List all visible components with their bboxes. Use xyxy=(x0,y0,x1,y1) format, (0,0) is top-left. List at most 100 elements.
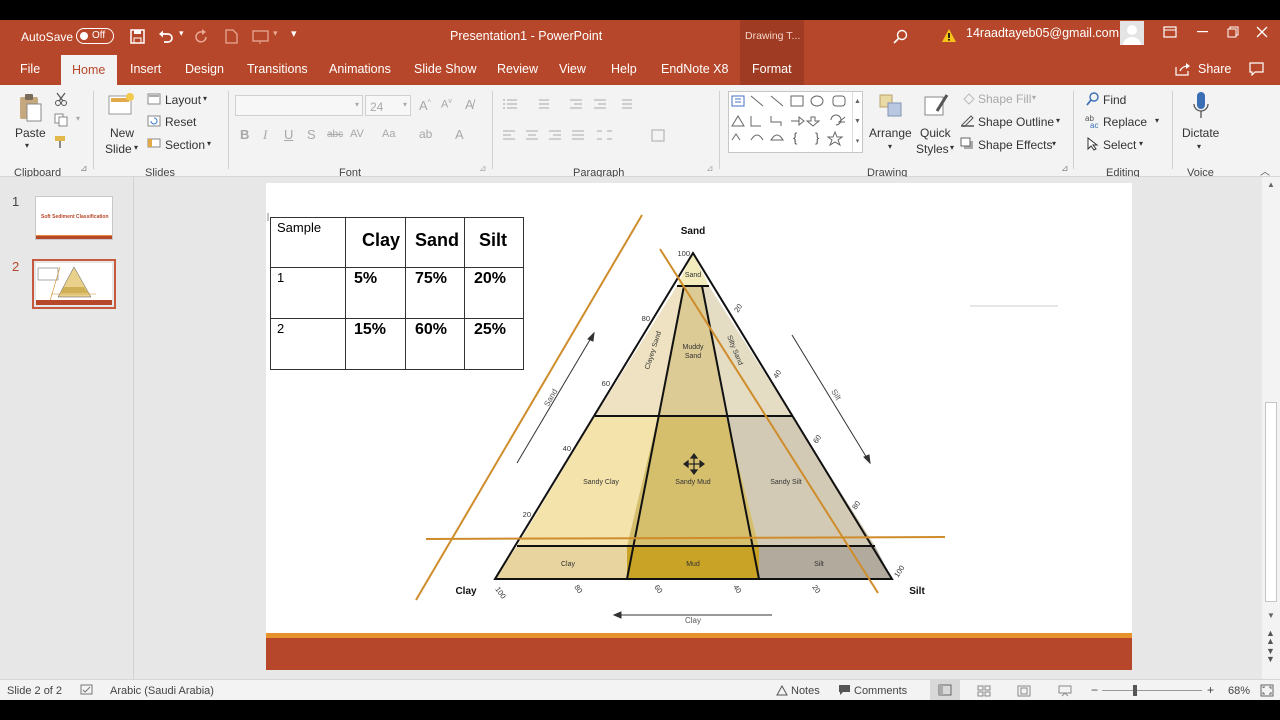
presentation-icon[interactable] xyxy=(252,29,270,44)
tab-review[interactable]: Review xyxy=(497,62,538,76)
decrease-font-icon[interactable]: Av xyxy=(441,98,452,111)
tab-slide-show[interactable]: Slide Show xyxy=(414,62,477,76)
restore-icon[interactable] xyxy=(1227,26,1239,38)
bold-icon[interactable]: B xyxy=(240,127,249,142)
undo-icon[interactable] xyxy=(158,29,174,44)
reading-view-icon[interactable] xyxy=(1017,685,1031,697)
search-icon[interactable] xyxy=(893,29,908,44)
share-button[interactable]: Share xyxy=(1198,62,1231,76)
next-slide-icon[interactable]: ▼ ▼ xyxy=(1266,647,1275,664)
find-icon[interactable] xyxy=(1086,92,1100,106)
comments-status-icon[interactable] xyxy=(838,684,851,696)
change-case-icon[interactable]: Aa xyxy=(382,128,395,140)
zoom-slider[interactable] xyxy=(1102,690,1202,691)
zoom-in-icon[interactable]: + xyxy=(1207,683,1214,697)
collapse-ribbon-icon[interactable]: ︿ xyxy=(1260,163,1270,178)
character-spacing-icon[interactable]: AV xyxy=(350,128,364,140)
dictate-button[interactable]: Dictate xyxy=(1182,126,1219,140)
reset-button[interactable]: Reset xyxy=(165,115,196,129)
layout-button[interactable]: Layout xyxy=(165,93,201,107)
vertical-scrollbar[interactable]: ▲ ▼ ▲ ▲ ▼ ▼ xyxy=(1262,177,1280,679)
shape-fill-dropdown-icon[interactable]: ▾ xyxy=(1032,93,1036,102)
scroll-down-icon[interactable]: ▼ xyxy=(1267,611,1275,620)
shapes-gallery[interactable]: {} ▲ ▼ ▾ xyxy=(728,91,863,153)
comments-icon[interactable] xyxy=(1249,62,1264,76)
notes-icon[interactable] xyxy=(776,685,788,696)
paste-icon[interactable] xyxy=(18,93,42,123)
new-file-icon[interactable] xyxy=(225,29,238,44)
arrange-dropdown-icon[interactable]: ▾ xyxy=(888,142,892,151)
new-slide-label-2[interactable]: Slide xyxy=(105,142,132,156)
tab-format[interactable]: Format xyxy=(752,62,792,76)
select-icon[interactable] xyxy=(1087,137,1099,151)
redo-icon[interactable] xyxy=(195,29,209,44)
layout-icon[interactable] xyxy=(147,93,161,105)
shape-outline-dropdown-icon[interactable]: ▾ xyxy=(1056,116,1060,125)
previous-slide-icon[interactable]: ▲ ▲ xyxy=(1266,629,1275,646)
copy-dropdown-icon[interactable]: ▾ xyxy=(76,114,80,123)
microphone-icon[interactable] xyxy=(1192,91,1210,121)
scrollbar-thumb[interactable] xyxy=(1265,402,1277,602)
ribbon-display-options-icon[interactable] xyxy=(1163,26,1177,38)
increase-font-icon[interactable]: A^ xyxy=(419,98,431,113)
minimize-icon[interactable] xyxy=(1197,31,1208,33)
slide-thumbnail-1[interactable]: Soft Sediment Classification xyxy=(35,196,113,240)
customize-toolbar-icon[interactable]: ▾ xyxy=(291,27,297,40)
font-name-input[interactable]: ▾ xyxy=(235,95,363,116)
replace-button[interactable]: Replace xyxy=(1103,115,1147,129)
section-icon[interactable] xyxy=(147,137,161,149)
avatar[interactable] xyxy=(1120,21,1144,45)
shape-fill-button[interactable]: Shape Fill xyxy=(978,92,1031,106)
shape-effects-button[interactable]: Shape Effects xyxy=(978,138,1053,152)
clipboard-launcher-icon[interactable]: ⊿ xyxy=(80,163,88,174)
arrange-icon[interactable] xyxy=(878,93,904,119)
quick-styles-label-2[interactable]: Styles xyxy=(916,142,949,156)
chevron-down-icon[interactable]: ▾ xyxy=(273,28,278,39)
notes-button[interactable]: Notes xyxy=(791,685,820,697)
undo-dropdown-icon[interactable]: ▾ xyxy=(179,28,184,39)
save-icon[interactable] xyxy=(130,29,145,44)
find-button[interactable]: Find xyxy=(1103,93,1126,107)
shape-effects-icon[interactable] xyxy=(960,137,975,150)
comments-button[interactable]: Comments xyxy=(854,685,907,697)
italic-icon[interactable]: I xyxy=(263,127,267,143)
tab-help[interactable]: Help xyxy=(611,62,637,76)
dictate-dropdown-icon[interactable]: ▾ xyxy=(1197,142,1201,151)
spell-check-icon[interactable] xyxy=(80,684,93,696)
tab-design[interactable]: Design xyxy=(185,62,224,76)
fit-to-window-icon[interactable] xyxy=(1260,684,1274,697)
section-dropdown-icon[interactable]: ▾ xyxy=(207,139,211,148)
reset-icon[interactable] xyxy=(147,115,161,127)
replace-icon[interactable]: abac xyxy=(1085,114,1101,128)
section-button[interactable]: Section xyxy=(165,138,205,152)
slide-sorter-icon[interactable] xyxy=(977,685,991,697)
cut-icon[interactable] xyxy=(54,92,68,106)
scroll-up-icon[interactable]: ▲ xyxy=(1267,180,1275,189)
zoom-out-icon[interactable]: − xyxy=(1091,683,1098,697)
copy-icon[interactable] xyxy=(54,113,68,127)
paste-button[interactable]: Paste xyxy=(15,126,46,140)
tab-file[interactable]: File xyxy=(20,62,40,76)
tab-transitions[interactable]: Transitions xyxy=(247,62,308,76)
tab-view[interactable]: View xyxy=(559,62,586,76)
strikethrough-icon[interactable]: abc xyxy=(327,129,343,140)
list-tools-icons[interactable] xyxy=(502,97,702,111)
slide-thumbnail-2[interactable] xyxy=(32,259,116,309)
shape-effects-dropdown-icon[interactable]: ▾ xyxy=(1052,139,1056,148)
font-size-input[interactable]: 24 ▾ xyxy=(365,95,411,116)
tab-animations[interactable]: Animations xyxy=(329,62,391,76)
new-slide-dropdown-icon[interactable]: ▾ xyxy=(134,143,138,152)
clear-formatting-icon[interactable]: A̸ xyxy=(465,97,474,112)
arrange-button[interactable]: Arrange xyxy=(869,126,912,140)
font-launcher-icon[interactable]: ⊿ xyxy=(479,163,487,174)
zoom-slider-thumb[interactable] xyxy=(1133,685,1137,696)
autosave-toggle[interactable]: Off xyxy=(76,28,114,44)
warning-icon[interactable] xyxy=(941,28,957,43)
sediment-ternary-diagram[interactable]: Sand Clay Silt Sand Clayey Sand Muddy Sa… xyxy=(266,183,1132,670)
tab-insert[interactable]: Insert xyxy=(130,62,161,76)
account-email[interactable]: 14raadtayeb05@gmail.com xyxy=(966,26,1119,40)
quick-styles-dropdown-icon[interactable]: ▾ xyxy=(950,143,954,152)
layout-dropdown-icon[interactable]: ▾ xyxy=(203,94,207,103)
format-painter-icon[interactable] xyxy=(54,135,68,149)
tab-endnote[interactable]: EndNote X8 xyxy=(661,62,728,76)
